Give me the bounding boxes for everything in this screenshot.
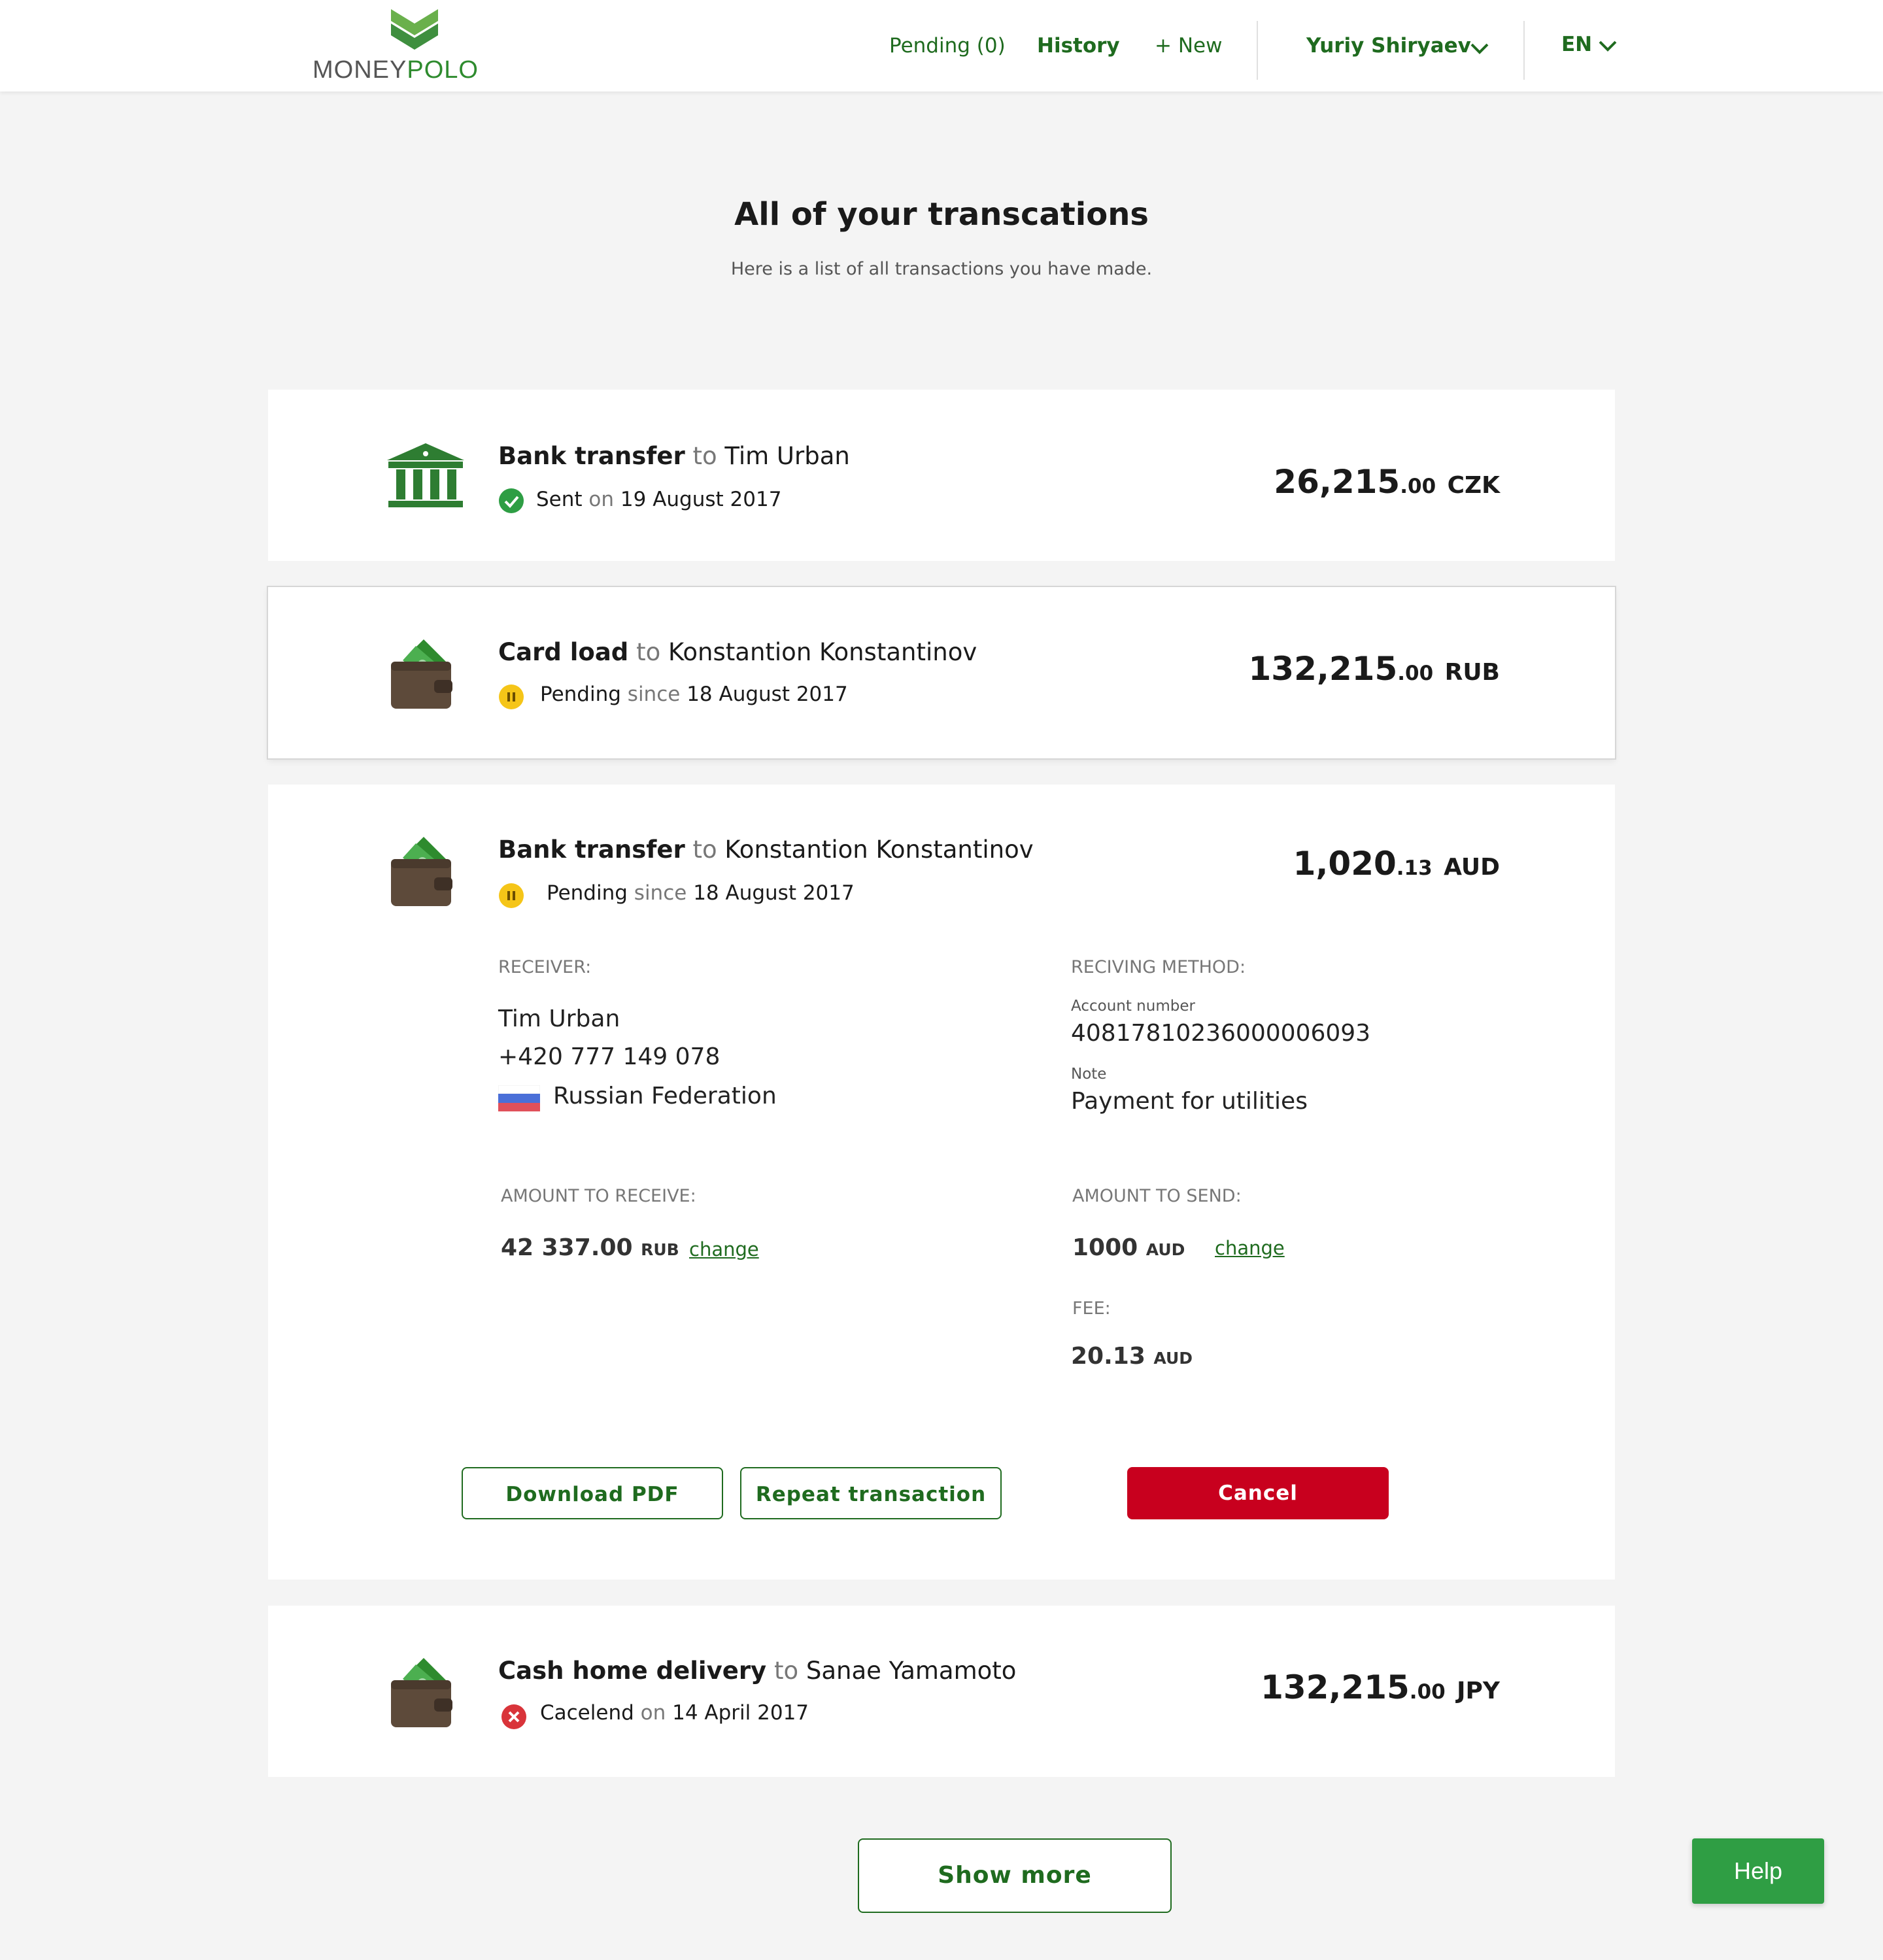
top-header: MONEYPOLO Pending (0) History + New Yuri… [0, 0, 1883, 92]
amount-to-send: 1000 AUD [1072, 1234, 1185, 1261]
change-send-amount-link[interactable]: change [1215, 1237, 1285, 1259]
nav-pending[interactable]: Pending (0) [889, 34, 1006, 58]
transaction-amount: 26,215.00 CZK [1274, 463, 1500, 501]
receiving-method-label: RECIVING METHOD: [1071, 957, 1246, 977]
transaction-status: Pending since 18 August 2017 [547, 881, 855, 905]
check-circle-icon [499, 488, 524, 513]
russia-flag-icon [498, 1085, 540, 1111]
help-button[interactable]: Help [1692, 1838, 1824, 1904]
wallet-icon [391, 639, 452, 709]
user-name: Yuriy Shiryaev [1306, 34, 1471, 58]
transaction-amount: 132,215.00 JPY [1261, 1668, 1500, 1706]
repeat-transaction-button[interactable]: Repeat transaction [740, 1467, 1002, 1519]
account-number: 40817810236000006093 [1071, 1020, 1371, 1047]
chevron-down-icon[interactable] [1598, 39, 1618, 52]
note-label: Note [1071, 1066, 1107, 1083]
nav-history[interactable]: History [1037, 34, 1120, 58]
transaction-card[interactable]: Cash home delivery to Sanae Yamamoto Cac… [268, 1606, 1615, 1777]
receiver-country: Russian Federation [553, 1083, 777, 1109]
fee-label: FEE: [1072, 1298, 1111, 1319]
logo-wordmark[interactable]: MONEYPOLO [313, 56, 479, 84]
page-title: All of your transcations [734, 196, 1149, 233]
transaction-card[interactable]: Bank transfer to Tim Urban Sent on 19 Au… [268, 390, 1615, 561]
language-selector[interactable]: EN [1561, 33, 1592, 56]
transaction-title: Bank transfer to Tim Urban [498, 442, 850, 470]
receiver-label: RECEIVER: [498, 957, 592, 977]
wallet-icon [391, 837, 452, 906]
nav-new[interactable]: + New [1155, 34, 1222, 58]
cancel-transaction-button[interactable]: Cancel [1127, 1467, 1389, 1519]
transaction-amount: 1,020.13 AUD [1293, 845, 1500, 883]
amount-to-send-label: AMOUNT TO SEND: [1072, 1186, 1242, 1206]
amount-to-receive: 42 337.00 RUB [501, 1234, 679, 1261]
user-menu[interactable]: Yuriy Shiryaev [1306, 34, 1471, 58]
fee-amount: 20.13 AUD [1071, 1343, 1193, 1370]
transaction-amount: 132,215.00 RUB [1248, 650, 1500, 688]
transaction-status: Pending since 18 August 2017 [540, 683, 848, 706]
download-pdf-button[interactable]: Download PDF [462, 1467, 723, 1519]
wallet-icon [391, 1658, 452, 1727]
pause-circle-icon [499, 684, 524, 709]
transaction-card[interactable]: Card load to Konstantion Konstantinov Pe… [268, 587, 1615, 758]
transaction-status: Sent on 19 August 2017 [536, 488, 782, 511]
chevron-down-icon[interactable] [1470, 42, 1489, 55]
receiver-phone: +420 777 149 078 [498, 1043, 721, 1070]
pause-circle-icon [499, 883, 524, 908]
cancel-circle-icon [501, 1704, 526, 1729]
amount-to-receive-label: AMOUNT TO RECEIVE: [501, 1186, 696, 1206]
transaction-title: Bank transfer to Konstantion Konstantino… [498, 836, 1034, 864]
moneypolo-logo-icon[interactable] [391, 7, 438, 54]
transaction-title: Card load to Konstantion Konstantinov [498, 638, 977, 666]
bank-icon [387, 443, 464, 507]
nav-divider [1523, 21, 1525, 80]
account-number-label: Account number [1071, 998, 1195, 1015]
change-receive-amount-link[interactable]: change [689, 1238, 759, 1260]
note-value: Payment for utilities [1071, 1088, 1308, 1115]
show-more-button[interactable]: Show more [858, 1838, 1172, 1913]
page-subtitle: Here is a list of all transactions you h… [730, 259, 1153, 279]
nav-divider [1257, 21, 1258, 80]
transaction-status: Cacelend on 14 April 2017 [540, 1701, 809, 1725]
transaction-title: Cash home delivery to Sanae Yamamoto [498, 1657, 1017, 1685]
transaction-card-expanded[interactable]: Bank transfer to Konstantion Konstantino… [268, 785, 1615, 1580]
receiver-name: Tim Urban [498, 1005, 620, 1032]
